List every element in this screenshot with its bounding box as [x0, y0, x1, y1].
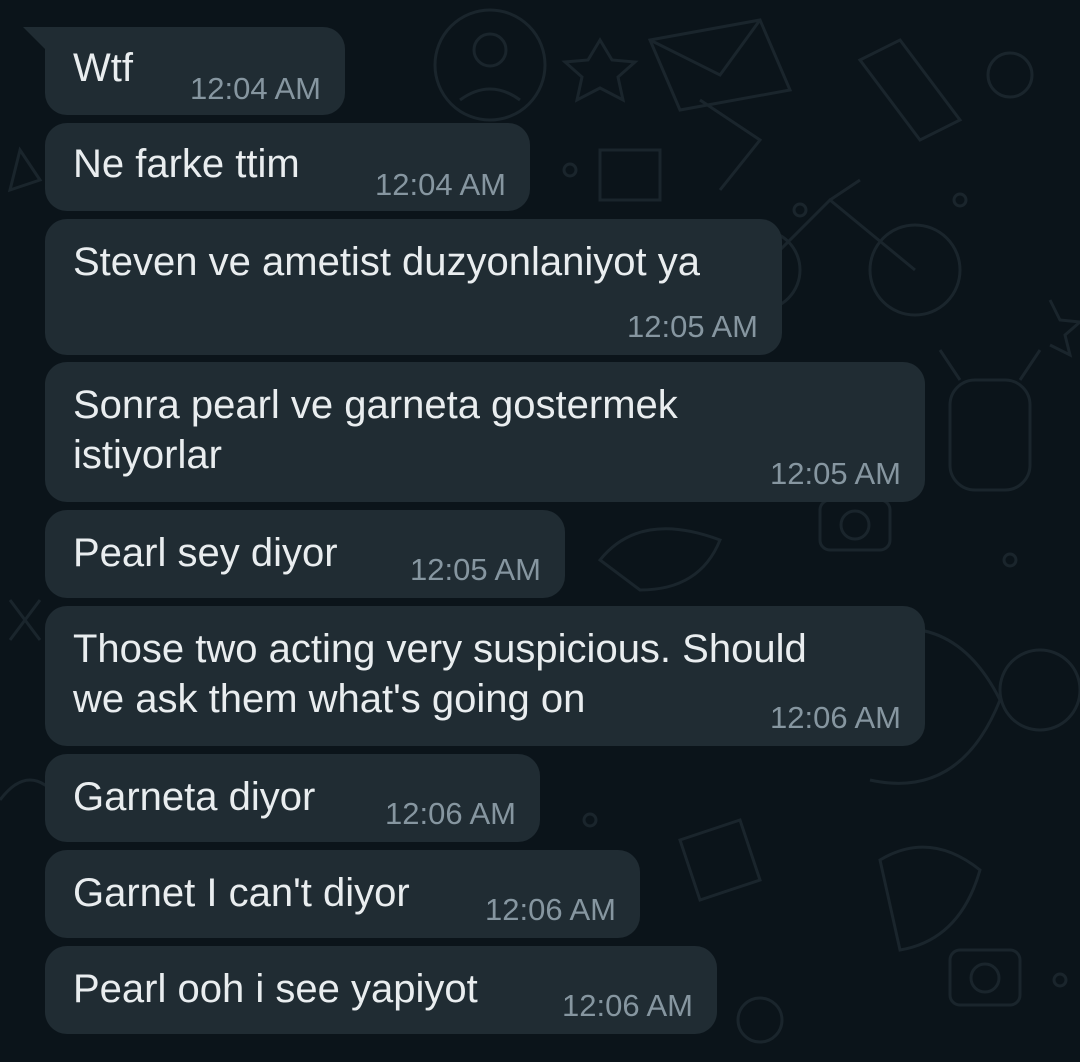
message-bubble[interactable]: Ne farke ttim 12:04 AM	[45, 123, 530, 211]
message-bubble[interactable]: Garneta diyor 12:06 AM	[45, 754, 540, 842]
message-text: Steven ve ametist duzyonlaniyot ya	[73, 240, 701, 284]
message-timestamp: 12:06 AM	[485, 892, 616, 927]
message-timestamp: 12:05 AM	[770, 456, 901, 491]
message-text: Wtf	[73, 46, 133, 90]
message-timestamp: 12:04 AM	[375, 167, 506, 202]
message-bubble[interactable]: Garnet I can't diyor 12:06 AM	[45, 850, 640, 938]
message-bubble[interactable]: Steven ve ametist duzyonlaniyot ya 12:05…	[45, 219, 782, 355]
message-timestamp: 12:05 AM	[627, 309, 758, 344]
message-timestamp: 12:06 AM	[562, 988, 693, 1023]
message-timestamp: 12:05 AM	[410, 552, 541, 587]
message-bubble[interactable]: Those two acting very suspicious. Should…	[45, 606, 925, 746]
message-text-line: Sonra pearl ve garneta gostermek	[73, 383, 678, 427]
bubble-tail	[23, 27, 47, 51]
chat-message-list[interactable]: Wtf 12:04 AM Ne farke ttim 12:04 AM Stev…	[0, 0, 1080, 1062]
message-text: Ne farke ttim	[73, 142, 300, 186]
message-bubble[interactable]: Wtf 12:04 AM	[23, 27, 345, 115]
message-text: Garneta diyor	[73, 775, 316, 819]
message-text: Pearl ooh i see yapiyot	[73, 967, 478, 1011]
message-bubble[interactable]: Pearl ooh i see yapiyot 12:06 AM	[45, 946, 717, 1034]
message-timestamp: 12:06 AM	[770, 700, 901, 735]
message-text: Pearl sey diyor	[73, 531, 338, 575]
message-text: Garnet I can't diyor	[73, 871, 410, 915]
message-bubble[interactable]: Pearl sey diyor 12:05 AM	[45, 510, 565, 598]
message-timestamp: 12:06 AM	[385, 796, 516, 831]
message-timestamp: 12:04 AM	[190, 71, 321, 106]
message-text-line: Those two acting very suspicious. Should	[73, 627, 807, 671]
message-text-line: we ask them what's going on	[73, 677, 586, 721]
message-text-line: istiyorlar	[73, 433, 222, 477]
message-bubble[interactable]: Sonra pearl ve garneta gostermek istiyor…	[45, 362, 925, 502]
